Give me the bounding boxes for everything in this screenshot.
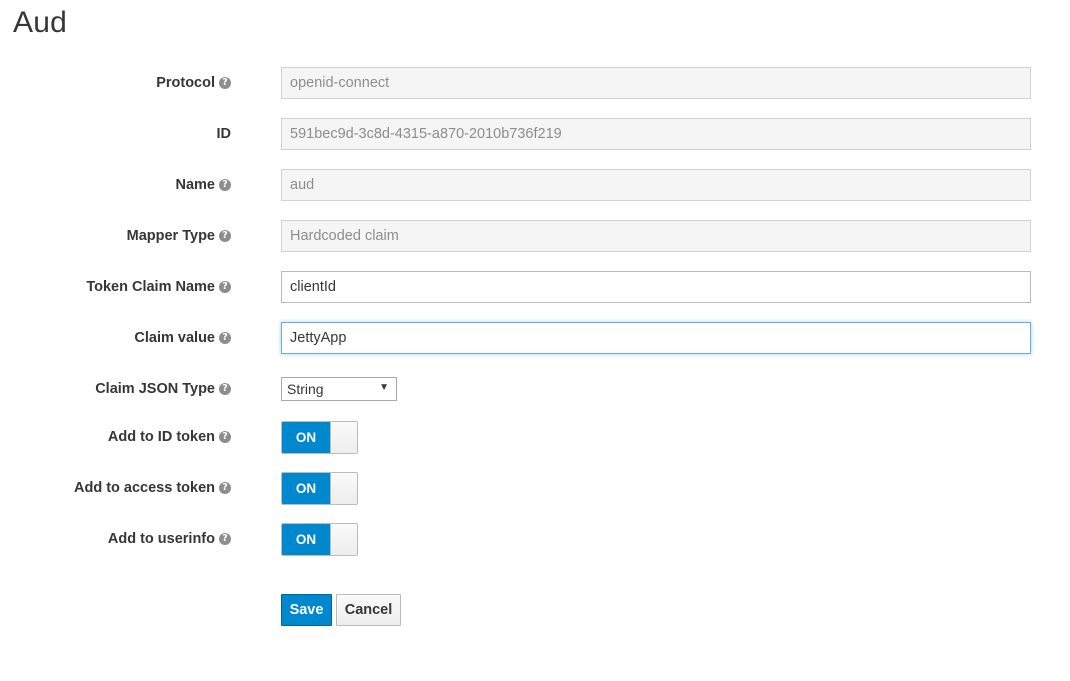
switch-handle[interactable] (330, 422, 357, 453)
switch-handle[interactable] (330, 524, 357, 555)
claim-json-type-label: Claim JSON Type ? (95, 372, 231, 406)
add-to-access-token-row: Add to access token ? ON (0, 471, 1070, 505)
id-input[interactable] (281, 118, 1031, 150)
help-icon[interactable]: ? (219, 482, 231, 494)
help-icon[interactable]: ? (219, 383, 231, 395)
mapper-type-input[interactable] (281, 220, 1031, 252)
add-to-id-token-switch[interactable]: ON (281, 421, 358, 454)
name-input[interactable] (281, 169, 1031, 201)
help-icon[interactable]: ? (219, 332, 231, 344)
claim-value-label: Claim value ? (134, 321, 231, 355)
token-claim-name-input[interactable] (281, 271, 1031, 303)
mapper-type-label: Mapper Type ? (127, 219, 231, 253)
id-row: ID (0, 117, 1070, 151)
switch-handle[interactable] (330, 473, 357, 504)
token-claim-name-label: Token Claim Name ? (86, 270, 231, 304)
add-to-access-token-switch[interactable]: ON (281, 472, 358, 505)
help-icon[interactable]: ? (219, 281, 231, 293)
switch-on-label: ON (282, 524, 330, 555)
claim-value-row: Claim value ? (0, 321, 1070, 355)
help-icon[interactable]: ? (219, 230, 231, 242)
add-to-userinfo-switch[interactable]: ON (281, 523, 358, 556)
protocol-label: Protocol ? (156, 66, 231, 100)
add-to-userinfo-label: Add to userinfo ? (108, 522, 231, 556)
claim-json-type-row: Claim JSON Type ? String ▼ (0, 372, 1070, 406)
claim-json-type-select[interactable]: String ▼ (281, 377, 397, 401)
cancel-button[interactable]: Cancel (336, 594, 401, 626)
protocol-row: Protocol ? (0, 66, 1070, 100)
page-title: Aud (13, 6, 67, 39)
protocol-input[interactable] (281, 67, 1031, 99)
add-to-id-token-row: Add to ID token ? ON (0, 420, 1070, 454)
add-to-access-token-label: Add to access token ? (74, 471, 231, 505)
help-icon[interactable]: ? (219, 179, 231, 191)
dropdown-arrow-icon: ▼ (379, 382, 389, 393)
add-to-id-token-label: Add to ID token ? (108, 420, 231, 454)
switch-on-label: ON (282, 473, 330, 504)
claim-value-input[interactable] (281, 322, 1031, 354)
help-icon[interactable]: ? (219, 431, 231, 443)
help-icon[interactable]: ? (219, 533, 231, 545)
name-row: Name ? (0, 168, 1070, 202)
switch-on-label: ON (282, 422, 330, 453)
token-claim-name-row: Token Claim Name ? (0, 270, 1070, 304)
help-icon[interactable]: ? (219, 77, 231, 89)
name-label: Name ? (176, 168, 231, 202)
id-label: ID (216, 126, 232, 142)
save-button[interactable]: Save (281, 594, 332, 626)
add-to-userinfo-row: Add to userinfo ? ON (0, 522, 1070, 556)
mapper-type-row: Mapper Type ? (0, 219, 1070, 253)
